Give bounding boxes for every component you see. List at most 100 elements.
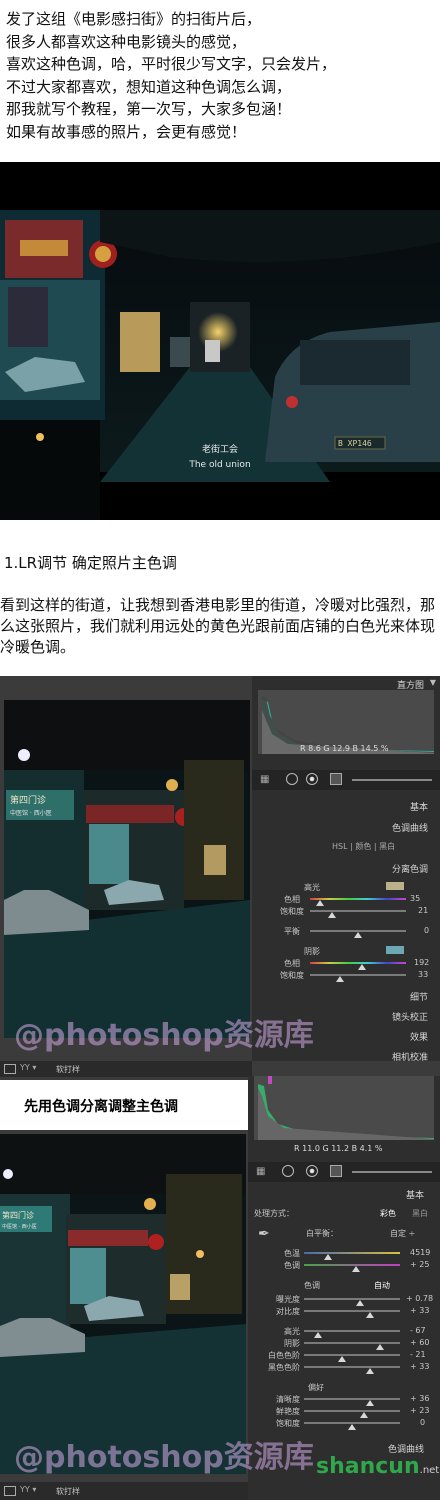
tone-label: 色调 (304, 1281, 320, 1290)
lr2-toolbar: YY ▾ 软打样 (0, 1482, 248, 1500)
exposure-knob[interactable] (356, 1300, 364, 1306)
whites-value: - 21 (410, 1350, 426, 1359)
shop-sign-2-sub: 中医馆 · 西小医 (2, 1223, 37, 1230)
readout-b: 14.5 (360, 744, 379, 753)
highlights-swatch[interactable] (386, 882, 404, 890)
graduated-filter-icon[interactable] (330, 773, 342, 785)
blacks-label: 黑色色阶 (268, 1363, 300, 1372)
panel-basic[interactable]: 基本 (410, 800, 428, 813)
sh-sat-slider[interactable] (310, 974, 406, 976)
tab-bw[interactable]: 黑白 (379, 842, 395, 851)
panel-split-toning[interactable]: 分离色调 (392, 862, 428, 875)
shadows2-label: 阴影 (284, 1339, 300, 1348)
hl-hue-knob[interactable] (316, 900, 324, 906)
tone-auto-button[interactable]: 自动 (374, 1280, 390, 1291)
red-eye-icon[interactable] (306, 773, 318, 785)
spot-removal-icon[interactable] (282, 1165, 294, 1177)
contrast-label: 对比度 (276, 1307, 300, 1316)
intro-line: 发了这组《电影感扫街》的扫街片后， (6, 10, 262, 28)
tab-color[interactable]: 颜色 (355, 842, 371, 851)
readout-g: 12.9 (332, 744, 350, 753)
highlights2-knob[interactable] (314, 1332, 322, 1338)
readout2-r: 11.0 (302, 1144, 320, 1153)
brush-slider[interactable] (352, 1171, 432, 1173)
wb-value[interactable]: 自定 ÷ (390, 1228, 415, 1239)
brush-slider[interactable] (352, 779, 432, 781)
vibrance-knob[interactable] (360, 1412, 368, 1418)
wb-label: 白平衡： (306, 1229, 338, 1238)
panel-calibration[interactable]: 相机校准 (392, 1050, 428, 1063)
shadows2-slider[interactable] (304, 1342, 400, 1344)
hl-sat-knob[interactable] (328, 912, 336, 918)
license-plate: B XP146 (338, 439, 372, 448)
hl-sat-slider[interactable] (310, 910, 406, 912)
collapse-arrow-icon[interactable]: ▼ (430, 678, 436, 687)
panel-effects[interactable]: 效果 (410, 1030, 428, 1043)
lr1-preview-art: 第四门诊 中医馆 · 西小医 (4, 700, 250, 1038)
graduated-filter-icon[interactable] (330, 1165, 342, 1177)
intro-line: 如果有故事感的照片，会更有感觉！ (6, 122, 247, 141)
blacks-value: + 33 (410, 1362, 430, 1371)
whites-label: 白色色阶 (268, 1351, 300, 1360)
vibrance-slider[interactable] (304, 1410, 400, 1412)
spot-removal-icon[interactable] (286, 773, 298, 785)
panel-lens[interactable]: 镜头校正 (392, 1010, 428, 1023)
basic-header[interactable]: 基本 (406, 1188, 424, 1201)
caption-text: 先用色调分离调整主色调 (24, 1099, 178, 1115)
whites-knob[interactable] (338, 1356, 346, 1362)
shop-sign-sub: 中医馆 · 西小医 (10, 809, 52, 817)
caption-box: 先用色调分离调整主色调 (0, 1080, 248, 1130)
loupe-view-icon[interactable] (4, 1064, 16, 1074)
histogram-2-graph (258, 1076, 434, 1140)
readout2-b: 4.1 (359, 1144, 373, 1153)
exposure-slider[interactable] (304, 1298, 400, 1300)
site-logo-suffix: .net (419, 1465, 440, 1476)
soft-proof-label[interactable]: 软打样 (56, 1064, 80, 1075)
readout2-unit: % (374, 1144, 383, 1153)
clarity-slider[interactable] (304, 1398, 400, 1400)
shadows-swatch[interactable] (386, 946, 404, 954)
clarity-knob[interactable] (366, 1400, 374, 1406)
blacks-knob[interactable] (366, 1368, 374, 1374)
sh-sat-knob[interactable] (336, 976, 344, 982)
soft-proof-label[interactable]: 软打样 (56, 1486, 80, 1497)
treatment-bw[interactable]: 黑白 (412, 1208, 428, 1219)
blacks-slider[interactable] (304, 1366, 400, 1368)
exposure-label: 曝光度 (276, 1295, 300, 1304)
whites-slider[interactable] (304, 1354, 400, 1356)
balance-value: 0 (424, 926, 430, 935)
temp-slider[interactable] (304, 1252, 400, 1254)
panel-detail[interactable]: 细节 (410, 990, 428, 1003)
panel-tone-curve[interactable]: 色调曲线 (392, 821, 428, 834)
eyedropper-icon[interactable]: ✒ (258, 1226, 270, 1242)
before-after-icon[interactable]: YY ▾ (20, 1063, 36, 1072)
red-eye-icon[interactable] (306, 1165, 318, 1177)
highlights2-value: - 67 (410, 1326, 426, 1335)
treatment-color[interactable]: 彩色 (380, 1208, 396, 1219)
saturation-knob[interactable] (348, 1424, 356, 1430)
tint-label: 色调 (284, 1261, 300, 1270)
temp-knob[interactable] (324, 1254, 332, 1260)
sh-hue-label: 色相 (284, 959, 300, 968)
section-body: 看到这样的街道，让我想到香港电影里的街道，冷暖对比强烈，那么这张照片，我们就利用… (0, 596, 436, 656)
histogram-2 (254, 1076, 434, 1140)
tool-strip: ▦ (252, 770, 440, 790)
rgb-readout: R 8.6 G 12.9 B 14.5 % (300, 744, 389, 753)
balance-knob[interactable] (354, 932, 362, 938)
sh-hue-knob[interactable] (358, 964, 366, 970)
before-after-icon[interactable]: YY ▾ (20, 1485, 36, 1494)
crop-icon[interactable]: ▦ (260, 774, 269, 785)
balance-label: 平衡 (284, 927, 300, 936)
clarity-value: + 36 (410, 1394, 430, 1403)
crop-icon[interactable]: ▦ (256, 1166, 265, 1177)
contrast-slider[interactable] (304, 1310, 400, 1312)
hl-sat-label: 饱和度 (280, 907, 304, 916)
shadows2-knob[interactable] (376, 1344, 384, 1350)
loupe-view-icon[interactable] (4, 1486, 16, 1496)
tint-knob[interactable] (352, 1266, 360, 1272)
contrast-knob[interactable] (366, 1312, 374, 1318)
tab-hsl[interactable]: HSL (332, 842, 348, 851)
hl-hue-value: 35 (410, 894, 421, 903)
hl-hue-slider[interactable] (310, 898, 406, 900)
shadows-label: 阴影 (304, 947, 320, 956)
